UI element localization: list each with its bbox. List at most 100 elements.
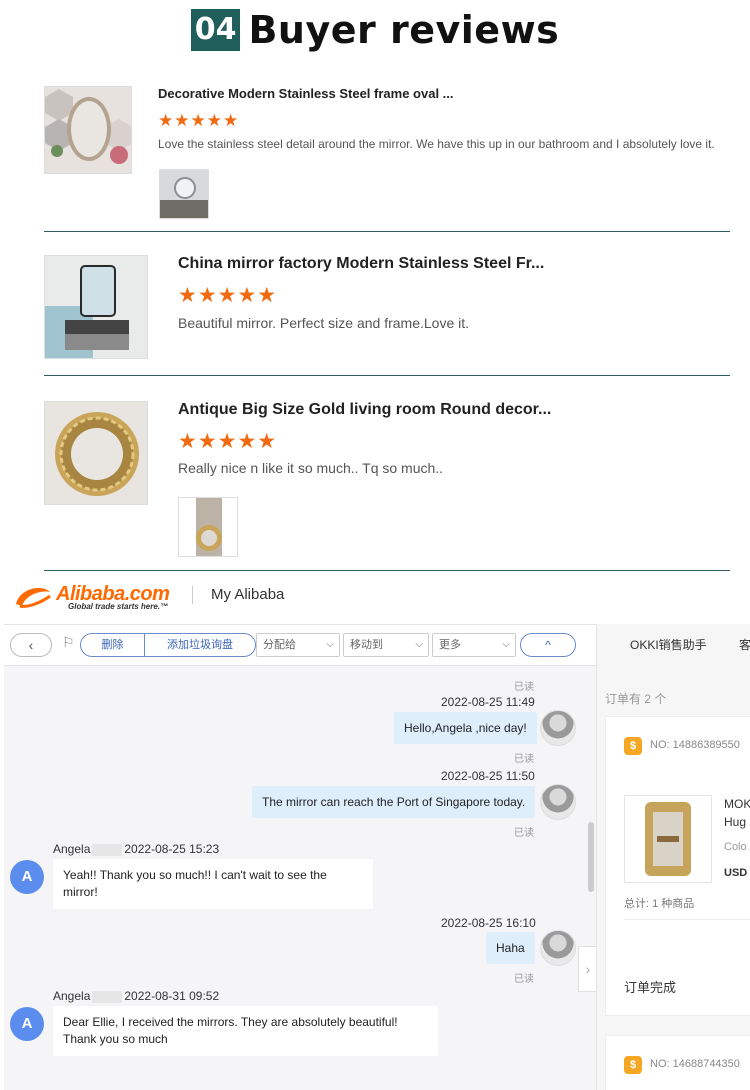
message-time: 2022-08-31 09:52 <box>124 989 220 1003</box>
section-number: 04 <box>190 9 241 51</box>
product-name: MOK <box>724 797 750 811</box>
message-time: 2022-08-25 11:49 <box>441 695 535 709</box>
add-spam-button[interactable]: 添加垃圾询盘 <box>145 634 255 656</box>
alibaba-logo[interactable]: Alibaba.com Global trade starts here.™ <box>12 580 187 614</box>
page: 04 Buyer reviews Decorative Modern Stainl… <box>0 0 750 1090</box>
read-status: 已读 <box>514 974 534 985</box>
dollar-coin-icon: $ <box>624 737 642 755</box>
message-bubble: Haha <box>486 932 535 964</box>
ornate-mirror-image <box>625 796 711 882</box>
sender-name: Angela <box>53 842 91 856</box>
scrollbar[interactable] <box>588 822 594 892</box>
review-item: Antique Big Size Gold living room Round … <box>44 401 730 561</box>
product-thumbnail[interactable] <box>44 255 148 359</box>
review-title[interactable]: Antique Big Size Gold living room Round … <box>178 401 551 419</box>
review-text: Love the stainless steel detail around t… <box>158 137 715 151</box>
review-title[interactable]: China mirror factory Modern Stainless St… <box>178 255 544 273</box>
divider <box>44 231 730 232</box>
avatar <box>540 710 576 746</box>
review-text: Really nice n like it so much.. Tq so mu… <box>178 460 444 476</box>
assign-dropdown[interactable]: 分配给 ⌵ <box>256 633 340 657</box>
review-title[interactable]: Decorative Modern Stainless Steel frame … <box>158 86 454 101</box>
chevron-down-icon: ⌵ <box>502 639 510 650</box>
chevron-down-icon: ⌵ <box>326 639 334 650</box>
message-time: 2022-08-25 15:23 <box>124 842 220 856</box>
chevron-right-icon[interactable]: › <box>578 946 598 992</box>
message-line: Thank you so much <box>63 1032 168 1046</box>
product-thumbnail[interactable] <box>44 401 148 505</box>
avatar <box>540 930 576 966</box>
flag-icon[interactable]: ⚐ <box>62 634 75 651</box>
gold-round-mirror-image <box>45 402 147 504</box>
dollar-coin-icon: $ <box>624 1056 642 1074</box>
my-alibaba-link[interactable]: My Alibaba <box>211 586 284 603</box>
product-price: USD <box>724 867 748 879</box>
product-image[interactable] <box>624 795 712 883</box>
more-label: 更多 <box>439 639 461 651</box>
redacted-block <box>92 843 123 856</box>
read-status: 已读 <box>514 828 534 839</box>
alibaba-screenshot: Alibaba.com Global trade starts here.™ M… <box>0 572 750 1090</box>
tab-okki[interactable]: OKKI销售助手 <box>630 636 707 653</box>
chat-area: 已读 2022-08-25 11:49 Hello,Angela ,nice d… <box>4 666 598 1090</box>
assign-label: 分配给 <box>263 639 296 651</box>
move-label: 移动到 <box>350 639 383 651</box>
divider <box>44 570 730 571</box>
product-name: Hug <box>724 815 747 829</box>
message-toolbar: ‹ ⚐ 删除 添加垃圾询盘 分配给 ⌵ 移动到 ⌵ 更多 ⌵ ^ <box>4 624 596 666</box>
divider <box>44 375 730 376</box>
read-status: 已读 <box>514 682 534 693</box>
section-header: 04 Buyer reviews <box>0 8 750 56</box>
more-dropdown[interactable]: 更多 ⌵ <box>432 633 516 657</box>
read-status: 已读 <box>514 754 534 765</box>
message-bubble: Dear Ellie, I received the mirrors. They… <box>53 1006 438 1056</box>
action-button-group: 删除 添加垃圾询盘 <box>80 633 256 657</box>
rectangular-mirror-image <box>45 256 147 358</box>
review-item: Decorative Modern Stainless Steel frame … <box>44 86 730 226</box>
order-status: 订单完成 <box>624 980 677 995</box>
review-text: Beautiful mirror. Perfect size and frame… <box>178 315 470 331</box>
order-number: NO: 14886389550 <box>650 739 740 751</box>
order-number: NO: 14688744350 <box>650 1058 740 1070</box>
sender-line: Angela 2022-08-25 15:23 <box>53 842 219 856</box>
section-title: Buyer reviews <box>248 8 560 52</box>
oval-mirror-image <box>45 87 131 173</box>
logo-tagline: Global trade starts here.™ <box>68 602 169 611</box>
order-card[interactable]: $ NO: 14886389550 MOK Hug Colo USD 总计: 1… <box>605 716 750 1016</box>
rating-stars: ★★★★★ <box>158 111 240 130</box>
message-bubble: The mirror can reach the Port of Singapo… <box>252 786 536 818</box>
review-photo-image <box>179 498 237 556</box>
sender-name: Angela <box>53 989 91 1003</box>
order-card[interactable]: $ NO: 14688744350 <box>605 1035 750 1090</box>
separator <box>192 586 193 604</box>
review-photo-image <box>160 170 208 218</box>
rating-stars: ★★★★★ <box>178 430 278 453</box>
message-time: 2022-08-25 11:50 <box>441 769 535 783</box>
delete-button[interactable]: 删除 <box>81 634 145 656</box>
message-bubble: Hello,Angela ,nice day! <box>394 712 537 744</box>
product-thumbnail[interactable] <box>44 86 132 174</box>
sender-line: Angela 2022-08-31 09:52 <box>53 989 219 1003</box>
message-line: Dear Ellie, I received the mirrors. They… <box>63 1015 398 1029</box>
avatar: A <box>10 1007 44 1041</box>
back-button[interactable]: ‹ <box>10 633 52 657</box>
rating-stars: ★★★★★ <box>178 284 278 307</box>
review-photo[interactable] <box>178 497 238 557</box>
avatar <box>540 784 576 820</box>
chevron-up-button[interactable]: ^ <box>520 633 576 657</box>
alibaba-logo-icon <box>16 588 51 608</box>
redacted-block <box>92 990 123 1003</box>
order-count: 订单有 2 个 <box>605 692 667 706</box>
tab-customer[interactable]: 客 <box>739 636 750 653</box>
avatar: A <box>10 860 44 894</box>
message-time: 2022-08-25 16:10 <box>441 916 536 930</box>
order-total: 总计: 1 种商品 <box>624 898 695 910</box>
chevron-down-icon: ⌵ <box>415 639 423 650</box>
message-bubble: Yeah!! Thank you so much!! I can't wait … <box>53 859 373 909</box>
alibaba-topbar: Alibaba.com Global trade starts here.™ M… <box>0 572 750 622</box>
product-color: Colo <box>724 841 747 853</box>
review-photo[interactable] <box>159 169 209 219</box>
review-item: China mirror factory Modern Stainless St… <box>44 255 730 365</box>
move-dropdown[interactable]: 移动到 ⌵ <box>343 633 429 657</box>
divider <box>624 919 750 920</box>
